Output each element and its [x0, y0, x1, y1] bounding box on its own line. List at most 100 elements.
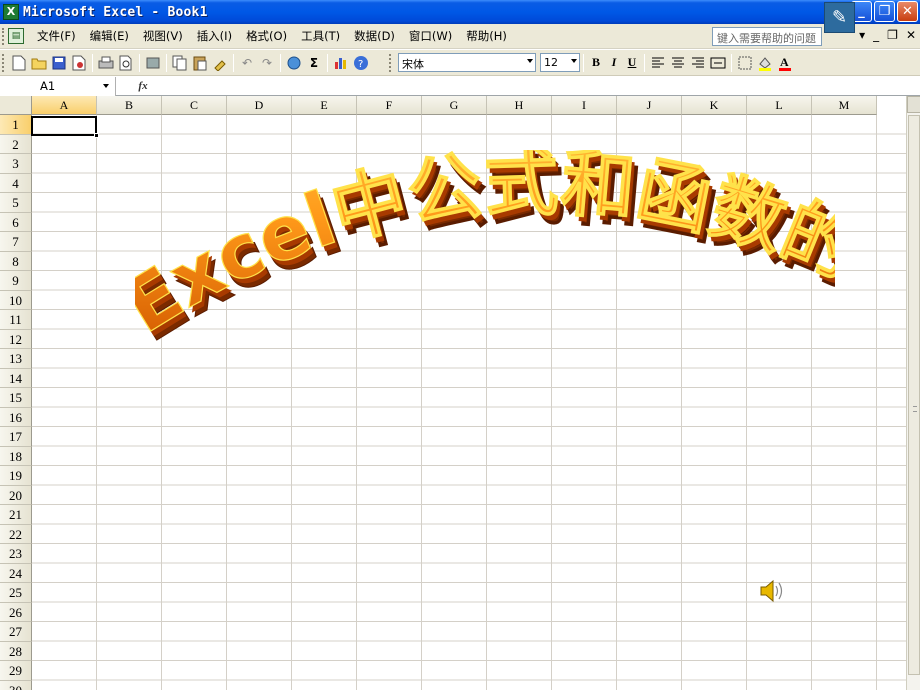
save-icon[interactable] — [49, 53, 69, 73]
print-preview-icon[interactable] — [116, 53, 136, 73]
row-header-30[interactable]: 30 — [0, 680, 32, 690]
hyperlink-icon[interactable] — [284, 53, 304, 73]
document-icon[interactable]: ▤ — [8, 28, 24, 44]
copy-icon[interactable] — [170, 53, 190, 73]
row-header-18[interactable]: 18 — [0, 446, 32, 466]
row-header-27[interactable]: 27 — [0, 622, 32, 642]
column-header-k[interactable]: K — [682, 96, 747, 115]
row-header-19[interactable]: 19 — [0, 466, 32, 486]
doc-restore-button[interactable]: ❐ — [887, 28, 898, 42]
row-header-3[interactable]: 3 — [0, 154, 32, 174]
doc-minimize-button[interactable]: _ — [873, 28, 879, 42]
row-header-8[interactable]: 8 — [0, 251, 32, 271]
align-center-icon[interactable] — [668, 53, 688, 73]
row-header-23[interactable]: 23 — [0, 544, 32, 564]
menu-window[interactable]: 窗口(W) — [402, 28, 459, 44]
row-header-17[interactable]: 17 — [0, 427, 32, 447]
row-header-28[interactable]: 28 — [0, 641, 32, 661]
font-size-select[interactable]: 12 — [540, 53, 580, 72]
row-header-24[interactable]: 24 — [0, 563, 32, 583]
redo-icon[interactable]: ↷ — [257, 53, 277, 73]
print-icon[interactable] — [96, 53, 116, 73]
scroll-up-arrow[interactable] — [907, 96, 920, 113]
research-icon[interactable] — [143, 53, 163, 73]
row-header-1[interactable]: 1 — [0, 115, 32, 135]
doc-close-button[interactable]: ✕ — [906, 28, 916, 42]
help-question-input[interactable]: 键入需要帮助的问题 — [712, 27, 822, 46]
row-header-26[interactable]: 26 — [0, 602, 32, 622]
standard-toolbar-grip[interactable] — [2, 53, 6, 72]
column-header-c[interactable]: C — [162, 96, 227, 115]
italic-button[interactable]: I — [605, 53, 623, 73]
menu-insert[interactable]: 插入(I) — [190, 28, 239, 44]
align-left-icon[interactable] — [648, 53, 668, 73]
underline-button[interactable]: U — [623, 53, 641, 73]
borders-icon[interactable] — [735, 53, 755, 73]
row-header-25[interactable]: 25 — [0, 583, 32, 603]
column-header-b[interactable]: B — [97, 96, 162, 115]
column-header-h[interactable]: H — [487, 96, 552, 115]
speaker-icon[interactable] — [758, 578, 784, 604]
row-header-21[interactable]: 21 — [0, 505, 32, 525]
active-cell-a1[interactable] — [31, 116, 97, 136]
align-right-icon[interactable] — [688, 53, 708, 73]
row-header-29[interactable]: 29 — [0, 661, 32, 681]
merge-center-icon[interactable] — [708, 53, 728, 73]
column-header-m[interactable]: M — [812, 96, 877, 115]
row-header-11[interactable]: 11 — [0, 310, 32, 330]
format-painter-icon[interactable] — [210, 53, 230, 73]
menu-data[interactable]: 数据(D) — [347, 28, 402, 44]
font-name-select[interactable]: 宋体 — [398, 53, 536, 72]
menu-file[interactable]: 文件(F) — [30, 28, 83, 44]
row-header-20[interactable]: 20 — [0, 485, 32, 505]
row-header-5[interactable]: 5 — [0, 193, 32, 213]
column-header-d[interactable]: D — [227, 96, 292, 115]
vertical-scrollbar[interactable] — [906, 96, 920, 690]
chart-wizard-icon[interactable] — [331, 53, 351, 73]
help-icon[interactable]: ? — [351, 53, 371, 73]
row-header-15[interactable]: 15 — [0, 388, 32, 408]
column-header-e[interactable]: E — [292, 96, 357, 115]
row-header-9[interactable]: 9 — [0, 271, 32, 291]
row-header-12[interactable]: 12 — [0, 329, 32, 349]
permission-icon[interactable] — [69, 53, 89, 73]
bold-button[interactable]: B — [587, 53, 605, 73]
restore-button[interactable]: ❐ — [874, 1, 895, 22]
row-header-7[interactable]: 7 — [0, 232, 32, 252]
row-header-13[interactable]: 13 — [0, 349, 32, 369]
column-header-i[interactable]: I — [552, 96, 617, 115]
open-folder-icon[interactable] — [29, 53, 49, 73]
name-box[interactable]: A1 — [0, 76, 116, 96]
row-header-10[interactable]: 10 — [0, 290, 32, 310]
scroll-thumb[interactable] — [908, 115, 920, 675]
menu-grip[interactable] — [2, 27, 6, 45]
close-button[interactable]: ✕ — [897, 1, 918, 22]
column-header-a[interactable]: A — [32, 96, 97, 115]
row-header-6[interactable]: 6 — [0, 212, 32, 232]
autosum-button[interactable]: Σ — [304, 53, 324, 73]
fill-handle[interactable] — [94, 133, 99, 138]
menu-format[interactable]: 格式(O) — [239, 28, 294, 44]
insert-function-button[interactable]: fx — [116, 80, 170, 92]
menu-tools[interactable]: 工具(T) — [294, 28, 347, 44]
row-header-2[interactable]: 2 — [0, 134, 32, 154]
paste-icon[interactable] — [190, 53, 210, 73]
font-color-icon[interactable]: A — [775, 53, 795, 73]
row-header-22[interactable]: 22 — [0, 524, 32, 544]
row-header-4[interactable]: 4 — [0, 173, 32, 193]
column-header-l[interactable]: L — [747, 96, 812, 115]
row-header-16[interactable]: 16 — [0, 407, 32, 427]
wordart-title[interactable]: Excel中公式和函数的使用 Excel中公式和函数的使用 Excel中公式和函… — [135, 150, 835, 360]
menu-help[interactable]: 帮助(H) — [459, 28, 514, 44]
fill-color-icon[interactable] — [755, 53, 775, 73]
row-header-14[interactable]: 14 — [0, 368, 32, 388]
new-icon[interactable] — [9, 53, 29, 73]
column-header-g[interactable]: G — [422, 96, 487, 115]
undo-icon[interactable]: ↶ — [237, 53, 257, 73]
menu-view[interactable]: 视图(V) — [136, 28, 190, 44]
column-header-j[interactable]: J — [617, 96, 682, 115]
select-all-corner[interactable] — [0, 96, 32, 115]
column-header-f[interactable]: F — [357, 96, 422, 115]
formatting-toolbar-grip[interactable] — [389, 53, 393, 72]
help-dropdown-icon[interactable]: ▾ — [859, 28, 865, 42]
